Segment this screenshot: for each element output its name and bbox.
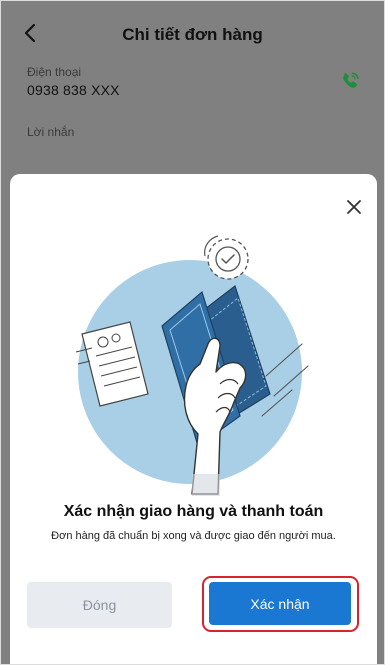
message-label: Lời nhắn (27, 125, 75, 139)
dialog-subtitle: Đơn hàng đã chuẩn bị xong và được giao đ… (51, 530, 336, 542)
confirm-button[interactable]: Xác nhận (209, 582, 351, 625)
phone-icon (343, 72, 359, 88)
dialog-title: Xác nhận giao hàng và thanh toán (63, 503, 324, 520)
screen: Chi tiết đơn hàng Điện thoại 0938 838 XX… (0, 0, 385, 665)
page-title: Chi tiết đơn hàng (122, 25, 263, 44)
call-button[interactable] (338, 69, 362, 93)
confirm-delivery-sheet: Xác nhận giao hàng và thanh toán Đơn hàn… (10, 174, 377, 664)
close-dialog-button[interactable]: Đóng (27, 582, 172, 628)
close-button[interactable] (343, 196, 365, 218)
phone-value: 0938 838 XXX (27, 82, 120, 98)
confirm-button-highlight: Xác nhận (202, 576, 359, 632)
close-icon (347, 200, 361, 214)
phone-label: Điện thoại (27, 65, 82, 79)
hand-holding-cash-illustration (75, 235, 309, 496)
header: Chi tiết đơn hàng (1, 1, 384, 63)
